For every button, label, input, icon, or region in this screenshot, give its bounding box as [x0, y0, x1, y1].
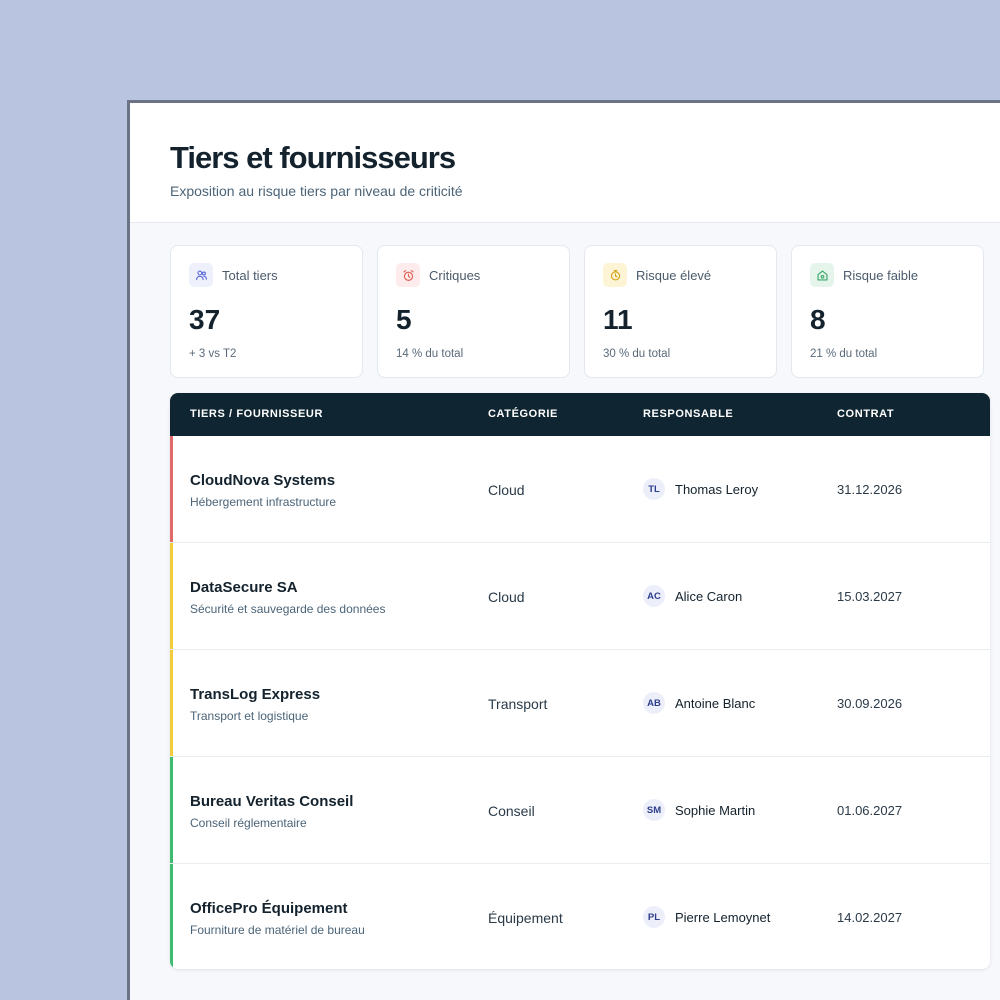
column-header-tiers[interactable]: TIERS / FOURNISSEUR	[190, 408, 323, 420]
page-title: Tiers et fournisseurs	[170, 140, 456, 175]
card-value: 37	[189, 304, 221, 335]
card-value: 8	[810, 304, 826, 335]
card-total-tiers[interactable]: Total tiers 37 + 3 vs T2	[170, 245, 363, 378]
table-row[interactable]: Bureau Veritas Conseil Conseil réglement…	[170, 757, 990, 864]
card-label: Critiques	[429, 268, 481, 283]
vendor-name[interactable]: OfficePro Équipement	[190, 900, 348, 917]
page-subtitle: Exposition au risque tiers par niveau de…	[170, 183, 463, 199]
vendor-owner: Pierre Lemoynet	[675, 910, 771, 925]
card-value: 5	[396, 304, 412, 335]
vendor-description: Conseil réglementaire	[190, 816, 307, 830]
summary-cards: Total tiers 37 + 3 vs T2 Critiques 5 14 …	[170, 245, 984, 378]
column-header-contrat[interactable]: CONTRAT	[837, 408, 894, 420]
table-row[interactable]: CloudNova Systems Hébergement infrastruc…	[170, 436, 990, 543]
users-icon	[189, 263, 213, 287]
card-risque-faible[interactable]: Risque faible 8 21 % du total	[791, 245, 984, 378]
vendor-owner: Sophie Martin	[675, 803, 756, 818]
vendor-owner: Alice Caron	[675, 589, 743, 604]
table-row[interactable]: DataSecure SA Sécurité et sauvegarde des…	[170, 543, 990, 650]
contract-date: 14.02.2027	[837, 910, 903, 925]
page-header: Tiers et fournisseurs Exposition au risq…	[130, 103, 1000, 223]
vendor-description: Fourniture de matériel de bureau	[190, 923, 365, 937]
clock-warning-icon	[603, 263, 627, 287]
contract-date: 30.09.2026	[837, 696, 903, 711]
vendor-owner: Antoine Blanc	[675, 696, 756, 711]
vendor-category: Conseil	[488, 803, 535, 819]
alarm-clock-icon	[396, 263, 420, 287]
app-window: Tiers et fournisseurs Exposition au risq…	[127, 100, 1000, 1000]
vendor-owner: Thomas Leroy	[675, 482, 759, 497]
column-header-responsable[interactable]: RESPONSABLE	[643, 408, 733, 420]
risk-indicator	[170, 650, 173, 756]
card-label: Risque élevé	[636, 268, 712, 283]
risk-indicator	[170, 543, 173, 649]
card-label: Total tiers	[222, 268, 278, 283]
vendor-name[interactable]: CloudNova Systems	[190, 472, 335, 489]
vendor-category: Cloud	[488, 482, 525, 498]
table-row[interactable]: OfficePro Équipement Fourniture de matér…	[170, 864, 990, 969]
vendor-name[interactable]: TransLog Express	[190, 686, 320, 703]
avatar: AB	[643, 692, 665, 714]
avatar: AC	[643, 585, 665, 607]
avatar: PL	[643, 906, 665, 928]
vendor-category: Équipement	[488, 910, 563, 926]
vendors-table: TIERS / FOURNISSEUR CATÉGORIE RESPONSABL…	[170, 393, 990, 969]
vendor-description: Transport et logistique	[190, 709, 309, 723]
contract-date: 15.03.2027	[837, 589, 903, 604]
card-value: 11	[603, 304, 633, 335]
table-row[interactable]: TransLog Express Transport et logistique…	[170, 650, 990, 757]
risk-indicator	[170, 436, 173, 542]
card-label: Risque faible	[843, 268, 919, 283]
vendor-description: Sécurité et sauvegarde des données	[190, 602, 386, 616]
card-note: 21 % du total	[810, 348, 878, 360]
card-critiques[interactable]: Critiques 5 14 % du total	[377, 245, 570, 378]
vendor-name[interactable]: DataSecure SA	[190, 579, 298, 596]
avatar: SM	[643, 799, 665, 821]
column-header-categorie[interactable]: CATÉGORIE	[488, 408, 558, 420]
card-risque-eleve[interactable]: Risque élevé 11 30 % du total	[584, 245, 777, 378]
card-note: + 3 vs T2	[189, 348, 237, 360]
contract-date: 01.06.2027	[837, 803, 903, 818]
table-header: TIERS / FOURNISSEUR CATÉGORIE RESPONSABL…	[170, 393, 990, 436]
card-note: 14 % du total	[396, 348, 464, 360]
contract-date: 31.12.2026	[837, 482, 903, 497]
card-note: 30 % du total	[603, 348, 671, 360]
risk-indicator	[170, 757, 173, 863]
vendor-category: Cloud	[488, 589, 525, 605]
vendor-description: Hébergement infrastructure	[190, 495, 337, 509]
avatar: TL	[643, 478, 665, 500]
risk-indicator	[170, 864, 173, 969]
vendor-category: Transport	[488, 696, 548, 712]
shield-home-icon	[810, 263, 834, 287]
vendor-name[interactable]: Bureau Veritas Conseil	[190, 793, 353, 810]
